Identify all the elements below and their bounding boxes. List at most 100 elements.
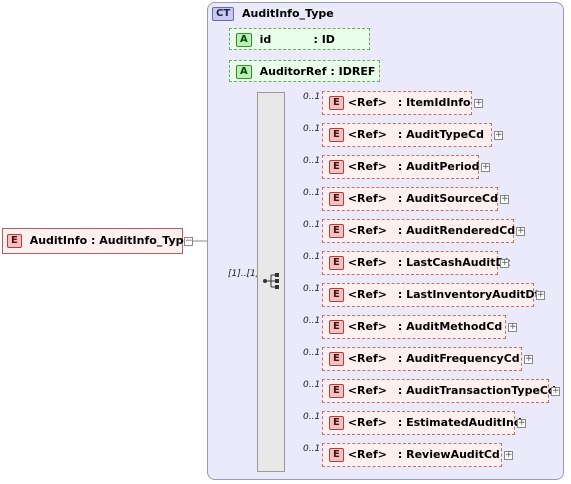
element-occurrence: 0..1 (303, 412, 321, 422)
element-ref: <Ref> (347, 192, 387, 205)
element-occurrence: 0..1 (303, 380, 321, 390)
expand-toggle[interactable]: + (504, 451, 513, 460)
attribute-badge: A (236, 65, 252, 79)
element-occurrence: 0..1 (303, 348, 321, 358)
expand-toggle[interactable]: + (500, 195, 509, 204)
expand-toggle[interactable]: + (494, 131, 503, 140)
attribute-type: ID (321, 33, 335, 46)
element-name: AuditTypeCd (406, 128, 484, 141)
element-name: LastCashAuditDt (406, 256, 510, 269)
element-separator: : (397, 352, 403, 365)
element-auditrenderedcd[interactable]: E <Ref>: AuditRenderedCd (322, 219, 516, 243)
expand-toggle[interactable]: + (524, 355, 533, 364)
element-separator: : (397, 128, 403, 141)
element-ref: <Ref> (347, 320, 387, 333)
element-auditmethodcd[interactable]: E <Ref>: AuditMethodCd (322, 315, 506, 339)
expand-toggle[interactable]: + (508, 323, 517, 332)
element-lastinventoryauditdt[interactable]: E <Ref>: LastInventoryAuditDt (322, 283, 540, 307)
element-ref: <Ref> (347, 256, 387, 269)
element-ref: <Ref> (347, 224, 387, 237)
element-occurrence: 0..1 (303, 316, 321, 326)
attribute-separator: : (313, 33, 318, 46)
element-ref: <Ref> (347, 160, 387, 173)
element-name: ItemIdInfo (406, 96, 471, 109)
element-badge: E (329, 96, 344, 110)
element-lastcashauditdt[interactable]: E <Ref>: LastCashAuditDt (322, 251, 510, 275)
element-badge: E (329, 288, 344, 302)
element-separator: : (397, 320, 403, 333)
expand-toggle[interactable]: + (551, 387, 560, 396)
element-ref: <Ref> (347, 416, 387, 429)
element-auditsourcecd[interactable]: E <Ref>: AuditSourceCd (322, 187, 498, 211)
element-occurrence: 0..1 (303, 124, 321, 134)
expand-toggle[interactable]: + (516, 227, 525, 236)
element-badge: E (329, 192, 344, 206)
element-separator: : (397, 256, 403, 269)
element-ref: <Ref> (347, 288, 387, 301)
element-name: EstimatedAuditInd (406, 416, 522, 429)
expand-toggle[interactable]: + (536, 291, 545, 300)
element-itemidinfo[interactable]: E <Ref>: ItemIdInfo (322, 91, 472, 115)
element-badge: E (329, 352, 344, 366)
element-separator: : (397, 96, 403, 109)
element-occurrence: 0..1 (303, 156, 321, 166)
expand-toggle[interactable]: + (474, 99, 483, 108)
element-ref: <Ref> (347, 384, 387, 397)
element-occurrence: 0..1 (303, 252, 321, 262)
element-badge: E (329, 160, 344, 174)
element-reviewauditcd[interactable]: E <Ref>: ReviewAuditCd (322, 443, 502, 467)
element-auditperiod[interactable]: E <Ref>: AuditPeriod (322, 155, 480, 179)
attribute-badge: A (236, 33, 252, 47)
expand-toggle[interactable]: + (500, 259, 509, 268)
element-audittypecd[interactable]: E <Ref>: AuditTypeCd (322, 123, 492, 147)
element-badge: E (329, 448, 344, 462)
element-occurrence: 0..1 (303, 92, 321, 102)
expand-toggle[interactable]: + (517, 419, 526, 428)
sequence-icon (263, 273, 279, 289)
element-badge: E (329, 416, 344, 430)
element-occurrence: 0..1 (303, 284, 321, 294)
collapse-toggle[interactable]: − (184, 237, 193, 246)
element-name: AuditTransactionTypeCd (406, 384, 556, 397)
element-separator: : (397, 448, 403, 461)
root-element-auditinfo[interactable]: E AuditInfo : AuditInfo_Type (2, 228, 191, 257)
element-ref: <Ref> (347, 352, 387, 365)
attribute-name: id (259, 33, 272, 46)
element-badge: E (329, 256, 344, 270)
element-separator: : (397, 384, 403, 397)
element-separator: : (397, 416, 403, 429)
complex-type-badge: CT (212, 7, 235, 21)
element-name: AuditPeriod (406, 160, 480, 173)
element-ref: <Ref> (347, 96, 387, 109)
element-occurrence: 0..1 (303, 220, 321, 230)
attribute-name: AuditorRef (259, 65, 327, 78)
attribute-id[interactable]: A id : ID (229, 28, 370, 50)
element-estimatedauditind[interactable]: E <Ref>: EstimatedAuditInd (322, 411, 522, 435)
attribute-auditorref[interactable]: A AuditorRef : IDREF (229, 60, 380, 82)
element-auditfrequencycd[interactable]: E <Ref>: AuditFrequencyCd (322, 347, 522, 371)
complex-type-title: CT AuditInfo_Type (212, 7, 334, 21)
element-audittransactiontypecd[interactable]: E <Ref>: AuditTransactionTypeCd (322, 379, 556, 403)
element-badge: E (329, 128, 344, 142)
attribute-separator: : (330, 65, 335, 78)
element-name: AuditMethodCd (406, 320, 503, 333)
element-badge: E (329, 384, 344, 398)
element-occurrence: 0..1 (303, 188, 321, 198)
attribute-type: IDREF (338, 65, 376, 78)
root-element-type: AuditInfo_Type (99, 234, 192, 247)
element-separator: : (397, 224, 403, 237)
element-ref: <Ref> (347, 128, 387, 141)
element-badge: E (329, 320, 344, 334)
element-badge: E (7, 234, 22, 248)
element-separator: : (397, 288, 403, 301)
element-name: AuditFrequencyCd (406, 352, 520, 365)
element-separator: : (397, 160, 403, 173)
element-ref: <Ref> (347, 448, 387, 461)
element-separator: : (397, 192, 403, 205)
complex-type-name: AuditInfo_Type (242, 7, 334, 20)
element-occurrence: 0..1 (303, 444, 321, 454)
element-name: AuditRenderedCd (406, 224, 516, 237)
expand-toggle[interactable]: + (481, 163, 490, 172)
element-name: AuditSourceCd (406, 192, 499, 205)
element-name: ReviewAuditCd (406, 448, 500, 461)
